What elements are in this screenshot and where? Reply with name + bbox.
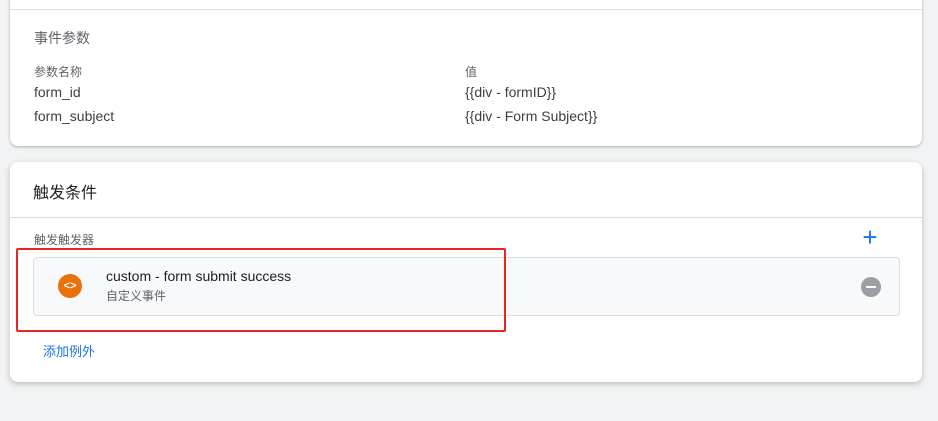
triggering-title: 触发条件 xyxy=(33,185,98,202)
highlight-annotation-box xyxy=(16,248,506,332)
param-name-cell: form_subject xyxy=(34,108,115,124)
event-params-label: 事件参数 xyxy=(34,30,90,46)
add-exception-link[interactable]: 添加例外 xyxy=(43,341,95,360)
divider xyxy=(10,217,922,218)
param-name-header: 参数名称 xyxy=(34,65,83,79)
plus-icon[interactable]: + xyxy=(858,224,882,250)
divider xyxy=(10,9,922,10)
param-name-cell: form_id xyxy=(34,84,81,100)
remove-circle-icon[interactable] xyxy=(861,277,881,297)
param-value-cell: {{div - formID}} xyxy=(465,84,557,100)
param-value-header: 值 xyxy=(465,65,478,79)
firing-triggers-label: 触发触发器 xyxy=(34,233,95,247)
param-value-cell: {{div - Form Subject}} xyxy=(465,108,598,124)
event-parameters-card: 事件参数 参数名称 值 form_id {{div - formID}} for… xyxy=(10,0,922,146)
